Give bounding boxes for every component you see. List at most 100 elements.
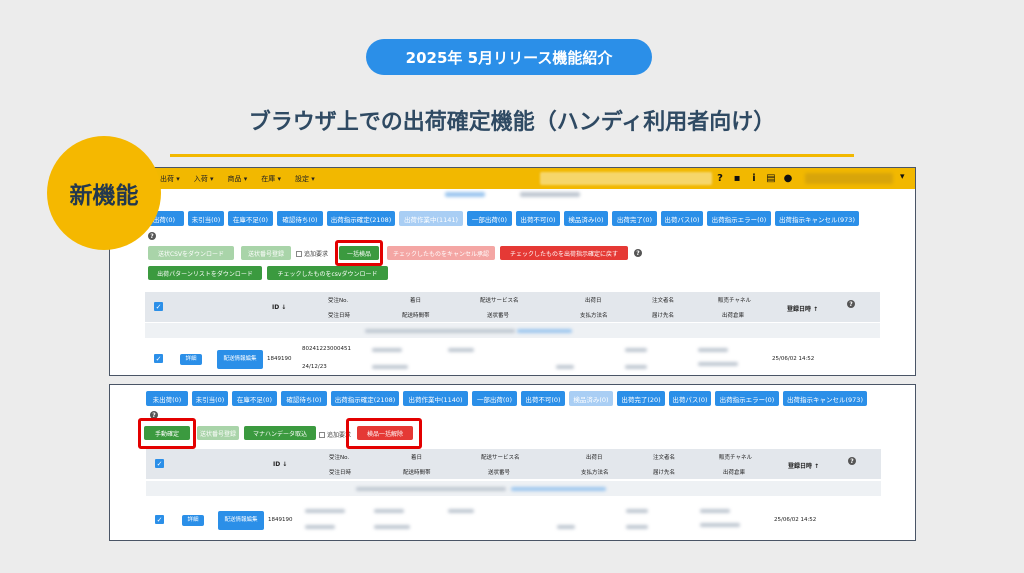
row-checkbox[interactable]: ✓ <box>154 354 163 363</box>
help-icon[interactable]: ? <box>848 457 856 465</box>
table-header: ✓ ID ↓ 受注No. 受注日時 着日 配送時間帯 配送サービス名 送状番号 … <box>146 449 881 479</box>
tab-inspected[interactable]: 検品済み(0) <box>569 391 613 406</box>
blurred-cell <box>700 523 740 527</box>
col-registered[interactable]: 登録日時 ↑ <box>787 304 818 313</box>
tab-confirmed[interactable]: 出荷指示確定(2108) <box>327 211 395 226</box>
blurred-cell <box>448 509 474 513</box>
col-id[interactable]: ID ↓ <box>272 304 286 311</box>
register-tracking-button[interactable]: 送状番号登録 <box>197 426 239 440</box>
col-delivery-time: 配送時間帯 <box>402 313 430 319</box>
help-icon[interactable]: ? <box>634 249 642 257</box>
tab-unallocated[interactable]: 未引当(0) <box>192 391 228 406</box>
help-icon[interactable]: ? <box>713 171 727 185</box>
account-name[interactable] <box>805 173 893 184</box>
col-delivery-time: 配送時間帯 <box>403 470 431 476</box>
select-all-checkbox[interactable]: ✓ <box>155 459 164 468</box>
tab-unallocated[interactable]: 未引当(0) <box>188 211 224 226</box>
tab-partial[interactable]: 一部出荷(0) <box>472 391 517 406</box>
tab-in-progress[interactable]: 出荷作業中(1141) <box>399 211 463 226</box>
tab-complete[interactable]: 出荷完了(0) <box>612 211 657 226</box>
register-tracking-button[interactable]: 送状番号登録 <box>241 246 291 260</box>
blurred-cell <box>626 525 648 529</box>
tab-error[interactable]: 出荷指示エラー(0) <box>707 211 771 226</box>
col-id[interactable]: ID ↓ <box>273 461 287 468</box>
col-order-no: 受注No. <box>328 298 349 304</box>
chevron-down-icon[interactable]: ▾ <box>900 172 905 182</box>
nav-settings[interactable]: 設定 ▾ <box>295 174 315 184</box>
csv-download-button[interactable]: 送状CSVをダウンロード <box>148 246 234 260</box>
blurred-cell <box>305 525 335 529</box>
col-service: 配送サービス名 <box>481 455 520 461</box>
col-arrival: 着日 <box>410 298 422 304</box>
table-notice <box>146 481 881 496</box>
nav-shipping[interactable]: 出荷 ▾ <box>160 174 180 184</box>
col-tracking: 送状番号 <box>488 470 511 476</box>
col-registered[interactable]: 登録日時 ↑ <box>788 461 819 470</box>
detail-button[interactable]: 詳細 <box>180 354 202 365</box>
col-arrival: 着日 <box>411 455 423 461</box>
blurred-cell <box>625 348 647 352</box>
col-order-no: 受注No. <box>329 455 350 461</box>
col-orderer: 注文者名 <box>653 455 676 461</box>
tab-awaiting[interactable]: 確認待ち(0) <box>277 211 323 226</box>
tab-shortage[interactable]: 在庫不足(0) <box>228 211 273 226</box>
col-payment: 支払方法名 <box>580 313 608 319</box>
tab-confirmed[interactable]: 出荷指示確定(2108) <box>331 391 399 406</box>
tab-in-progress[interactable]: 出荷作業中(1140) <box>403 391 468 406</box>
tab-unshippable[interactable]: 出荷不可(0) <box>516 211 560 226</box>
tab-cancel[interactable]: 出荷指示キャンセル(973) <box>783 391 867 406</box>
tab-unshipped[interactable]: 未出荷(0) <box>146 391 188 406</box>
tab-cancel[interactable]: 出荷指示キャンセル(973) <box>775 211 859 226</box>
tab-pass[interactable]: 出荷パス(0) <box>669 391 711 406</box>
blurred-cell <box>700 509 730 513</box>
highlight-box <box>346 418 422 449</box>
blurred-link <box>511 487 606 491</box>
table-header: ✓ ID ↓ 受注No. 受注日時 着日 配送時間帯 配送サービス名 送状番号 … <box>145 292 880 322</box>
additional-request-checkbox[interactable]: 追加要求 <box>296 249 328 258</box>
checked-csv-download-button[interactable]: チェックしたものをcsvダウンロード <box>267 266 388 280</box>
report-icon[interactable]: ▤ <box>764 171 778 185</box>
app-topbar: 出荷 ▾ 入荷 ▾ 商品 ▾ 在庫 ▾ 設定 ▾ ? ▪ i ▤ ● ▾ <box>110 168 915 189</box>
return-to-confirmed-button[interactable]: チェックしたものを出荷指示確定に戻す <box>500 246 628 260</box>
user-icon[interactable]: ● <box>781 171 795 185</box>
tab-shortage[interactable]: 在庫不足(0) <box>232 391 277 406</box>
nav-products[interactable]: 商品 ▾ <box>228 174 248 184</box>
blurred-cell <box>556 365 574 369</box>
blurred-cell <box>448 348 474 352</box>
screenshot-after: 未出荷(0) 未引当(0) 在庫不足(0) 確認待ち(0) 出荷指示確定(210… <box>109 384 916 541</box>
col-recipient: 届け先名 <box>652 313 675 319</box>
tab-partial[interactable]: 一部出荷(0) <box>467 211 512 226</box>
title-underline <box>170 154 854 157</box>
store-select[interactable] <box>540 172 712 185</box>
nav-inventory[interactable]: 在庫 ▾ <box>261 174 281 184</box>
handy-data-import-button[interactable]: マナハンデータ取込 <box>244 426 316 440</box>
row-checkbox[interactable]: ✓ <box>155 515 164 524</box>
cancel-approve-button[interactable]: チェックしたものをキャンセル承認 <box>387 246 495 260</box>
checkbox-icon[interactable] <box>296 250 302 257</box>
blurred-notice <box>356 487 506 491</box>
col-payment: 支払方法名 <box>581 470 609 476</box>
tab-inspected[interactable]: 検品済み(0) <box>564 211 608 226</box>
tab-error[interactable]: 出荷指示エラー(0) <box>715 391 779 406</box>
info-icon[interactable]: i <box>747 171 761 185</box>
delivery-edit-button[interactable]: 配送情報編集 <box>217 350 263 369</box>
col-tracking: 送状番号 <box>487 313 510 319</box>
nav-receiving[interactable]: 入荷 ▾ <box>194 174 214 184</box>
tab-pass[interactable]: 出荷バス(0) <box>661 211 703 226</box>
delivery-edit-button[interactable]: 配送情報編集 <box>218 511 264 530</box>
briefcase-icon[interactable]: ▪ <box>730 171 744 185</box>
tab-unshippable[interactable]: 出荷不可(0) <box>521 391 565 406</box>
help-icon[interactable]: ? <box>847 300 855 308</box>
tab-awaiting[interactable]: 確認待ち(0) <box>281 391 327 406</box>
help-icon[interactable]: ? <box>148 232 156 240</box>
checkbox-icon[interactable] <box>319 431 325 438</box>
select-all-checkbox[interactable]: ✓ <box>154 302 163 311</box>
blurred-cell <box>557 525 575 529</box>
col-recipient: 届け先名 <box>653 470 676 476</box>
highlight-box <box>138 418 196 449</box>
tab-complete[interactable]: 出荷完了(20) <box>617 391 665 406</box>
detail-button[interactable]: 詳細 <box>182 515 204 526</box>
blurred-cell <box>374 509 404 513</box>
blurred-control <box>445 192 485 197</box>
pattern-list-download-button[interactable]: 出荷パターンリストをダウンロード <box>148 266 262 280</box>
